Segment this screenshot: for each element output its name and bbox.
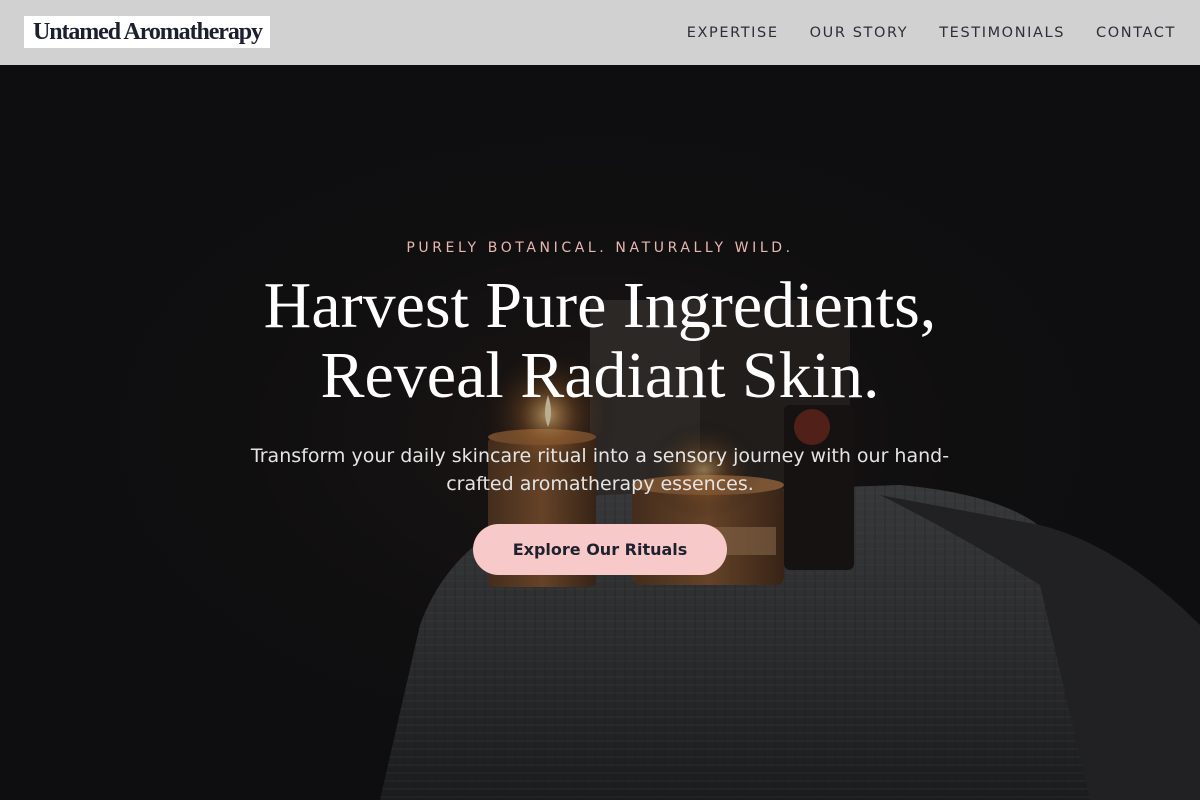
main-nav: EXPERTISE OUR STORY TESTIMONIALS CONTACT: [656, 25, 1176, 41]
explore-rituals-button[interactable]: Explore Our Rituals: [473, 524, 727, 575]
nav-link-contact[interactable]: CONTACT: [1096, 25, 1176, 41]
site-header: Untamed Aromatherapy EXPERTISE OUR STORY…: [0, 0, 1200, 65]
hero-section: PURELY BOTANICAL. NATURALLY WILD. Harves…: [0, 65, 1200, 800]
nav-link-our-story[interactable]: OUR STORY: [810, 25, 909, 41]
hero-headline: Harvest Pure Ingredients, Reveal Radiant…: [0, 271, 1200, 411]
nav-link-testimonials[interactable]: TESTIMONIALS: [939, 25, 1065, 41]
nav-link-expertise[interactable]: EXPERTISE: [687, 25, 779, 41]
hero-subtitle: Transform your daily skincare ritual int…: [250, 445, 950, 495]
hero-dark-overlay: [0, 65, 1200, 800]
hero-eyebrow: PURELY BOTANICAL. NATURALLY WILD.: [406, 240, 794, 256]
page: Untamed Aromatherapy EXPERTISE OUR STORY…: [0, 0, 1200, 800]
hero-headline-line-2: Reveal Radiant Skin.: [320, 339, 880, 412]
brand-logo[interactable]: Untamed Aromatherapy: [24, 16, 270, 48]
hero-headline-line-1: Harvest Pure Ingredients,: [263, 269, 937, 342]
